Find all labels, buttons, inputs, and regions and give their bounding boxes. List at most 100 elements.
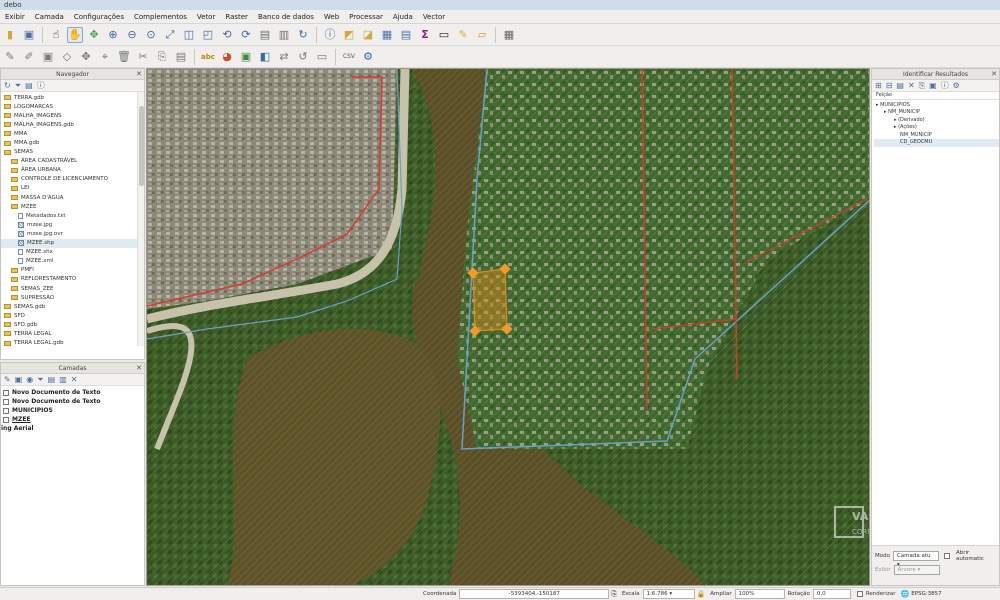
- annotation-icon[interactable]: ✎: [455, 27, 471, 43]
- browser-item[interactable]: SEMAS: [1, 148, 144, 157]
- move-feature-icon[interactable]: ✥: [78, 49, 94, 65]
- panel-close-icon[interactable]: ✕: [136, 69, 142, 80]
- zoom-full-icon[interactable]: ⤢: [162, 27, 178, 43]
- menu-processar[interactable]: Processar: [344, 10, 388, 24]
- plugin-icon[interactable]: ▦: [501, 27, 517, 43]
- print-icon[interactable]: ▣: [929, 80, 937, 92]
- zoom-last-icon[interactable]: ⟲: [219, 27, 235, 43]
- panel-close-icon[interactable]: ✕: [136, 363, 142, 374]
- browser-item[interactable]: LOGOMARCAS: [1, 102, 144, 111]
- info-icon[interactable]: ⓘ: [37, 80, 45, 92]
- browser-item[interactable]: CONTROLE DE LICENCIAMENTO: [1, 175, 144, 184]
- expand-new-icon[interactable]: ▤: [896, 80, 904, 92]
- browser-item[interactable]: Metadados.txt: [1, 211, 144, 220]
- browser-item[interactable]: MZEE.shx: [1, 248, 144, 257]
- pan-to-selection-icon[interactable]: ✥: [86, 27, 102, 43]
- menu-configuracoes[interactable]: Configurações: [69, 10, 129, 24]
- menu-complementos[interactable]: Complementos: [129, 10, 192, 24]
- browser-item[interactable]: LEI: [1, 184, 144, 193]
- browser-item[interactable]: MALHA_IMAGENS: [1, 111, 144, 120]
- style-icon[interactable]: ✎: [4, 374, 11, 386]
- identify-mode-icon[interactable]: ⓘ: [941, 80, 949, 92]
- browser-item[interactable]: SFD: [1, 311, 144, 320]
- menu-raster[interactable]: Raster: [220, 10, 253, 24]
- collapse-icon[interactable]: ▤: [25, 80, 33, 92]
- coordinate-field[interactable]: -5393404,-150187: [459, 589, 610, 599]
- lock-scale-icon[interactable]: 🔒: [697, 590, 706, 598]
- select-features-icon[interactable]: ◩: [341, 27, 357, 43]
- browser-item[interactable]: MMA.gdb: [1, 138, 144, 147]
- map-canvas[interactable]: VALÉRIA CORRETORES: [146, 68, 870, 586]
- layer-visibility-checkbox[interactable]: [3, 389, 9, 396]
- scrollbar-thumb[interactable]: [139, 106, 144, 186]
- toggle-editing-icon[interactable]: ✐: [21, 49, 37, 65]
- render-checkbox[interactable]: [856, 591, 863, 597]
- browser-scrollbar[interactable]: [137, 92, 144, 346]
- identify-feature-row[interactable]: ▸ NM_MUNICIP: [874, 109, 999, 117]
- zoom-out-icon[interactable]: ⊖: [124, 27, 140, 43]
- panel-close-icon[interactable]: ✕: [991, 69, 997, 80]
- browser-item[interactable]: MASSA D'ÁGUA: [1, 193, 144, 202]
- zoom-next-icon[interactable]: ⟳: [238, 27, 254, 43]
- field-calculator-icon[interactable]: ▤: [398, 27, 414, 43]
- label-abc-icon[interactable]: abc: [200, 49, 216, 65]
- pin-labels-icon[interactable]: ▣: [238, 49, 254, 65]
- save-edits-icon[interactable]: ▣: [40, 49, 56, 65]
- refresh-icon[interactable]: ↻: [4, 80, 11, 92]
- browser-item[interactable]: REFLORESTAMENTO: [1, 275, 144, 284]
- coordinate-toggle-icon[interactable]: ⎘: [611, 590, 617, 599]
- browser-item[interactable]: TERRA LEGAL.gdb: [1, 339, 144, 346]
- layer-item[interactable]: MUNICIPIOS: [1, 406, 144, 415]
- layer-item[interactable]: Novo Documento de Texto: [1, 388, 144, 397]
- save-project-icon[interactable]: ▣: [21, 27, 37, 43]
- browser-item[interactable]: SEMAS_ZEE: [1, 284, 144, 293]
- move-label-icon[interactable]: ⇄: [276, 49, 292, 65]
- identify-derived-row[interactable]: ▸ (Derivado): [874, 117, 999, 125]
- browser-item[interactable]: mzee.jpg.ovr: [1, 229, 144, 238]
- settings-icon[interactable]: ⚙: [953, 80, 960, 92]
- menu-camada[interactable]: Camada: [30, 10, 69, 24]
- expand-tree-icon[interactable]: ⊞: [875, 80, 882, 92]
- expand-all-icon[interactable]: ▤: [48, 374, 56, 386]
- menu-ajuda[interactable]: Ajuda: [388, 10, 418, 24]
- touch-icon[interactable]: ☝: [48, 27, 64, 43]
- cut-features-icon[interactable]: ✂: [135, 49, 151, 65]
- delete-selected-icon[interactable]: 🗑: [116, 49, 132, 65]
- remove-layer-icon[interactable]: ✕: [71, 374, 78, 386]
- browser-item[interactable]: SUPRESSÃO: [1, 293, 144, 302]
- scale-field[interactable]: 1:6.786 ▾: [642, 589, 695, 599]
- collapse-all-icon[interactable]: ▥: [59, 374, 67, 386]
- layer-visibility-checkbox[interactable]: [3, 407, 9, 414]
- rotate-label-icon[interactable]: ↺: [295, 49, 311, 65]
- csv-icon[interactable]: CSV: [341, 49, 357, 65]
- copy-feature-icon[interactable]: ⎘: [919, 80, 925, 92]
- browser-item[interactable]: ÁREA CADASTRÁVEL: [1, 157, 144, 166]
- node-tool-icon[interactable]: ⌖: [97, 49, 113, 65]
- crs-label[interactable]: EPSG:3857: [911, 591, 941, 597]
- browser-item[interactable]: TERRA.gdb: [1, 93, 144, 102]
- browser-item[interactable]: mzee.jpg: [1, 220, 144, 229]
- layer-item[interactable]: ing Aerial: [1, 424, 144, 433]
- magnifier-field[interactable]: 100%: [734, 589, 785, 599]
- zoom-in-icon[interactable]: ⊕: [105, 27, 121, 43]
- statistics-sigma-icon[interactable]: Σ: [417, 27, 433, 43]
- refresh-icon[interactable]: ↻: [295, 27, 311, 43]
- identify-actions-row[interactable]: ▸ (Ações): [874, 124, 999, 132]
- layer-item[interactable]: MZEE: [1, 415, 144, 424]
- browser-item[interactable]: PMFI: [1, 266, 144, 275]
- identify-layer-row[interactable]: ▸ MUNICIPIOS: [874, 102, 999, 110]
- zoom-layer-icon[interactable]: ◰: [200, 27, 216, 43]
- identify-attribute-row[interactable]: CD_GEOCMU: [874, 139, 999, 147]
- view-select[interactable]: Árvore ▾: [893, 565, 940, 575]
- layer-visibility-checkbox[interactable]: [3, 398, 9, 405]
- add-feature-icon[interactable]: ◇: [59, 49, 75, 65]
- menu-banco-de-dados[interactable]: Banco de dados: [253, 10, 319, 24]
- current-edits-icon[interactable]: ✎: [2, 49, 18, 65]
- open-project-icon[interactable]: ▮: [2, 27, 18, 43]
- manage-visibility-icon[interactable]: ◉: [26, 374, 33, 386]
- layer-item[interactable]: Novo Documento de Texto: [1, 397, 144, 406]
- new-bookmark-icon[interactable]: ▤: [257, 27, 273, 43]
- collapse-tree-icon[interactable]: ⊟: [886, 80, 893, 92]
- clear-results-icon[interactable]: ✕: [908, 80, 915, 92]
- layer-visibility-checkbox[interactable]: [3, 416, 9, 423]
